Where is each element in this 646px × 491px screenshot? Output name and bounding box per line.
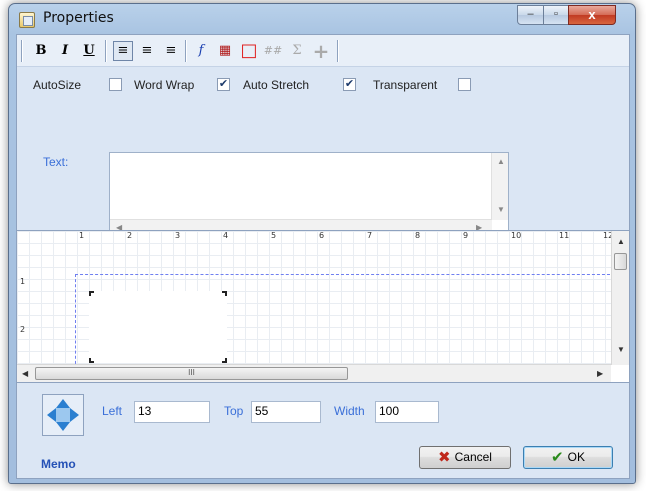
properties-panel: AutoSize Word Wrap ✔ Auto Stretch ✔ Tran…	[17, 67, 629, 237]
transparent-label: Transparent	[373, 78, 438, 92]
ruler-mark: 2	[127, 231, 133, 240]
minimize-icon: –	[527, 8, 534, 20]
autosize-label: AutoSize	[33, 78, 82, 92]
properties-window: Properties – ▫ x B I U ≡ ≡ ≡ f ▦ □ ## Σ …	[8, 3, 636, 484]
minimize-button[interactable]: –	[517, 5, 544, 25]
autosize-checkbox[interactable]	[109, 78, 122, 91]
top-input[interactable]: 55	[251, 401, 321, 423]
border-button[interactable]: □	[239, 41, 259, 61]
position-panel: Left 13 Top 55 Width 100 Memo ✖ Cancel ✔ O…	[17, 384, 629, 478]
align-right-button[interactable]: ≡	[161, 41, 181, 61]
text-vertical-scrollbar[interactable]: ▲ ▼	[491, 153, 508, 220]
ruler-mark: 11	[559, 231, 570, 240]
scroll-down-icon[interactable]: ▼	[617, 345, 625, 354]
format-button[interactable]: ##	[263, 41, 283, 61]
memo-object[interactable]	[89, 291, 227, 363]
width-label: Width	[334, 404, 365, 418]
word-wrap-label: Word Wrap	[134, 78, 195, 92]
cancel-button[interactable]: ✖ Cancel	[419, 446, 511, 469]
ruler-mark: 3	[175, 231, 181, 240]
align-center-button[interactable]: ≡	[137, 41, 157, 61]
auto-stretch-label: Auto Stretch	[243, 78, 310, 92]
move-arrows-icon[interactable]	[42, 394, 84, 436]
margin-guide-vertical	[75, 274, 76, 369]
underline-button[interactable]: U	[79, 41, 99, 61]
text-label: Text:	[43, 155, 69, 169]
properties-window-icon	[19, 12, 35, 28]
top-label: Top	[224, 404, 244, 418]
toolbar-separator	[185, 40, 187, 62]
width-input[interactable]: 100	[375, 401, 439, 423]
ruler-mark: 9	[463, 231, 469, 240]
bold-button[interactable]: B	[31, 41, 51, 61]
ruler-mark: 6	[319, 231, 325, 240]
vertical-scroll-thumb[interactable]	[614, 253, 627, 270]
transparent-checkbox[interactable]	[458, 78, 471, 91]
scroll-up-icon[interactable]: ▲	[617, 237, 625, 246]
margin-guide-horizontal	[75, 274, 615, 275]
canvas-vertical-scrollbar[interactable]: ▲ ▼	[611, 231, 629, 365]
title-bar[interactable]: Properties – ▫ x	[9, 4, 635, 34]
scroll-left-icon[interactable]: ◀	[22, 369, 28, 378]
window-title: Properties	[43, 10, 114, 26]
ok-check-icon: ✔	[551, 449, 564, 466]
close-icon: x	[588, 7, 596, 22]
color-button[interactable]: ▦	[215, 41, 235, 61]
resize-handle[interactable]	[89, 291, 94, 296]
scroll-up-icon[interactable]: ▲	[497, 157, 505, 166]
cancel-button-label: Cancel	[454, 450, 492, 464]
italic-button[interactable]: I	[55, 41, 75, 61]
resize-handle[interactable]	[222, 291, 227, 296]
cancel-icon: ✖	[438, 449, 451, 466]
resize-handle[interactable]	[89, 358, 94, 363]
sum-button[interactable]: Σ	[287, 41, 307, 61]
ruler-mark: 5	[271, 231, 277, 240]
text-input[interactable]: ▲ ▼ ◀ ▶	[109, 152, 509, 237]
ruler-mark: 1	[79, 231, 85, 240]
ruler-mark: 4	[223, 231, 229, 240]
left-label: Left	[102, 404, 123, 418]
horizontal-scroll-thumb[interactable]: III	[35, 367, 348, 380]
dialog-client: B I U ≡ ≡ ≡ f ▦ □ ## Σ + AutoSize Word W…	[16, 34, 630, 479]
design-canvas[interactable]: 1 2 3 4 5 6 7 8 9 10 11 12 1 2 ▲ ▼ ◀ III…	[17, 230, 629, 383]
word-wrap-checkbox[interactable]: ✔	[217, 78, 230, 91]
toolbar-separator	[21, 40, 23, 62]
scroll-down-icon[interactable]: ▼	[497, 205, 505, 214]
resize-handle[interactable]	[222, 358, 227, 363]
align-left-button[interactable]: ≡	[113, 41, 133, 61]
maximize-icon: ▫	[554, 8, 558, 20]
ok-button[interactable]: ✔ OK	[523, 446, 613, 469]
font-button[interactable]: f	[191, 41, 211, 61]
toolbar-separator	[105, 40, 107, 62]
left-input[interactable]: 13	[134, 401, 210, 423]
ok-button-label: OK	[567, 450, 585, 464]
object-type-label: Memo	[41, 457, 76, 471]
canvas-horizontal-scrollbar[interactable]: ◀ III ▶	[17, 364, 611, 382]
ruler-mark: 8	[415, 231, 421, 240]
ruler-mark: 10	[511, 231, 522, 240]
formatting-toolbar: B I U ≡ ≡ ≡ f ▦ □ ## Σ +	[17, 35, 629, 67]
scroll-right-icon[interactable]: ▶	[597, 369, 603, 378]
add-button[interactable]: +	[311, 41, 331, 61]
ruler-mark: 7	[367, 231, 373, 240]
toolbar-separator	[337, 40, 339, 62]
auto-stretch-checkbox[interactable]: ✔	[343, 78, 356, 91]
ruler-mark: 1	[20, 277, 26, 286]
ruler-mark: 2	[20, 325, 26, 334]
design-grid[interactable]: 1 2 3 4 5 6 7 8 9 10 11 12 1 2	[17, 231, 615, 369]
maximize-button[interactable]: ▫	[543, 5, 569, 25]
close-button[interactable]: x	[568, 5, 616, 25]
